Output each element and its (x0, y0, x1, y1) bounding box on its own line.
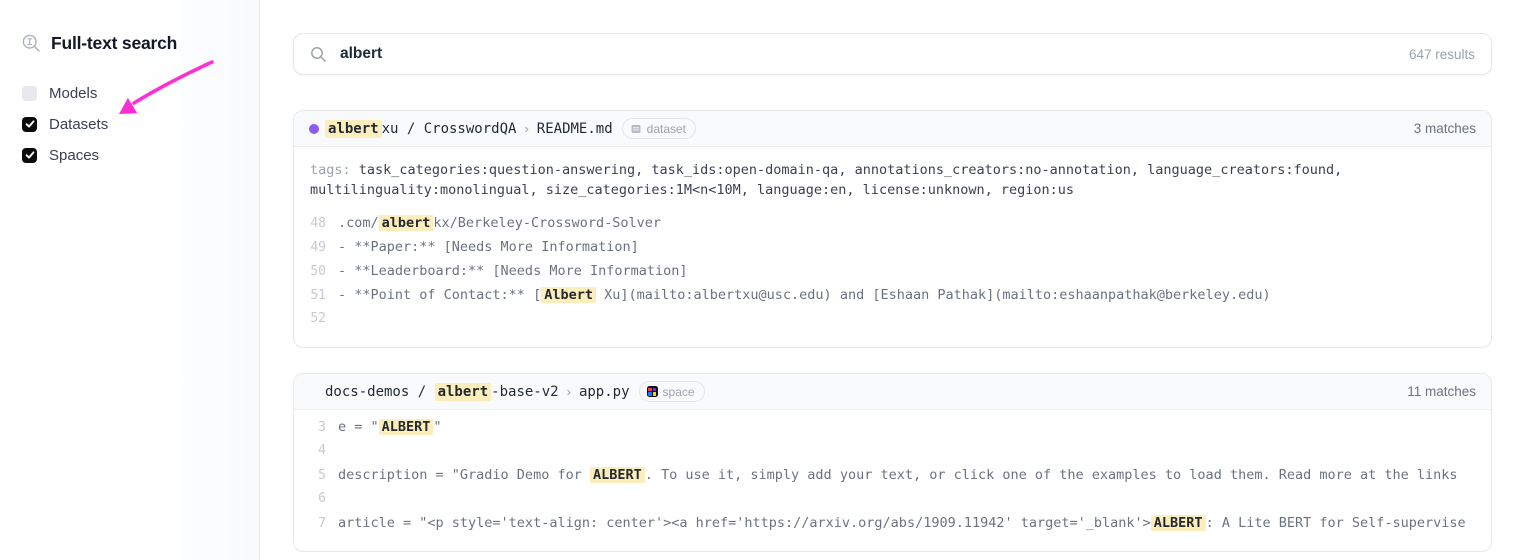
repo-name-pre: docs-demos / (325, 384, 435, 400)
result-card-crosswordqa[interactable]: albertxu / CrosswordQA › README.md datas… (293, 110, 1492, 348)
line-number: 52 (304, 311, 326, 326)
code-pre: - **Point of Contact:** [ (338, 287, 541, 303)
line-number: 48 (304, 216, 326, 231)
tags-row: tags: task_categories:question-answering… (294, 147, 1491, 206)
filter-list: Models Datasets Spaces (22, 83, 259, 165)
line-number: 50 (304, 264, 326, 279)
dataset-badge: dataset (622, 118, 696, 139)
result-header[interactable]: docs-demos / albert-base-v2 › app.py spa… (294, 374, 1491, 410)
code-line: 52 (304, 311, 1491, 335)
repo-name-highlight: albert (435, 383, 492, 401)
code-pre: - **Paper:** [Needs More Information] (338, 239, 639, 255)
code-post: . To use it, simply add your text, or cl… (645, 467, 1458, 483)
search-bar: 647 results (293, 33, 1492, 75)
sidebar: Full-text search Models Datasets Spaces (0, 0, 260, 560)
filter-label-models: Models (49, 85, 97, 102)
models-checkbox[interactable] (22, 86, 37, 101)
code-line: 51 - **Point of Contact:** [Albert Xu](m… (304, 287, 1491, 311)
code-pre: e = " (338, 419, 379, 435)
repo-name: docs-demos / albert-base-v2 (325, 384, 559, 400)
code-line: 49 - **Paper:** [Needs More Information] (304, 239, 1491, 263)
repo-name: albertxu / CrosswordQA (325, 121, 516, 137)
code-post: Xu](mailto:albertxu@usc.edu) and [Eshaan… (596, 287, 1271, 303)
code-highlight: ALBERT (379, 419, 434, 435)
code-highlight: albert (379, 215, 434, 231)
code-line: 5 description = "Gradio Demo for ALBERT.… (304, 467, 1491, 491)
code-pre: - **Leaderboard:** [Needs More Informati… (338, 263, 688, 279)
line-number: 49 (304, 240, 326, 255)
tags-value: task_categories:question-answering, task… (310, 162, 1342, 198)
code-line: 6 (304, 491, 1491, 515)
checkmark-icon (25, 119, 35, 129)
result-card-albert-base-v2[interactable]: docs-demos / albert-base-v2 › app.py spa… (293, 373, 1492, 552)
line-number: 7 (304, 516, 326, 531)
repo-name-post: -base-v2 (491, 384, 558, 400)
result-header[interactable]: albertxu / CrosswordQA › README.md datas… (294, 111, 1491, 147)
dataset-icon (630, 123, 642, 135)
code-post: " (433, 419, 441, 435)
code-post: kx/Berkeley-Crossword-Solver (433, 215, 661, 231)
space-badge: space (639, 381, 705, 402)
search-input[interactable] (338, 44, 1409, 64)
filter-datasets[interactable]: Datasets (22, 114, 259, 134)
filter-label-datasets: Datasets (49, 116, 108, 133)
datasets-checkbox[interactable] (22, 117, 37, 132)
code-line: 50 - **Leaderboard:** [Needs More Inform… (304, 263, 1491, 287)
filter-models[interactable]: Models (22, 83, 259, 103)
page-title: Full-text search (51, 33, 177, 54)
dataset-dot-icon (309, 124, 319, 134)
match-count: 3 matches (1414, 121, 1476, 136)
search-results-area: 647 results albertxu / CrosswordQA › REA… (293, 0, 1492, 552)
file-name: app.py (579, 384, 630, 400)
results-count: 647 results (1409, 47, 1475, 62)
code-highlight: ALBERT (590, 467, 645, 483)
line-number: 3 (304, 420, 326, 435)
match-count: 11 matches (1407, 384, 1476, 399)
search-icon (310, 46, 327, 63)
checkmark-icon (25, 150, 35, 160)
code-highlight: Albert (541, 287, 596, 303)
code-post: : A Lite BERT for Self-supervise (1206, 515, 1466, 531)
chevron-icon: › (567, 384, 571, 399)
line-number: 51 (304, 288, 326, 303)
chevron-icon: › (524, 121, 528, 136)
code-pre: .com/ (338, 215, 379, 231)
badge-label: dataset (647, 122, 686, 136)
code-line: 3 e = "ALBERT" (304, 419, 1491, 443)
code-highlight: ALBERT (1151, 515, 1206, 531)
filter-spaces[interactable]: Spaces (22, 145, 259, 165)
repo-name-highlight: albert (325, 120, 382, 138)
line-number: 4 (304, 443, 326, 458)
code-line: 48 .com/albertkx/Berkeley-Crossword-Solv… (304, 215, 1491, 239)
repo-name-post: xu / CrosswordQA (382, 121, 517, 137)
file-name: README.md (537, 121, 613, 137)
fulltext-search-icon (21, 33, 42, 54)
spaces-checkbox[interactable] (22, 148, 37, 163)
code-pre: description = "Gradio Demo for (338, 467, 590, 483)
sidebar-header: Full-text search (0, 0, 259, 54)
line-number: 5 (304, 468, 326, 483)
badge-label: space (663, 385, 695, 399)
filter-label-spaces: Spaces (49, 147, 99, 164)
code-snippet: 48 .com/albertkx/Berkeley-Crossword-Solv… (294, 206, 1491, 347)
line-number: 6 (304, 491, 326, 506)
code-snippet: 3 e = "ALBERT" 4 5 description = "Gradio… (294, 410, 1491, 551)
tags-label: tags: (310, 162, 359, 178)
code-line: 4 (304, 443, 1491, 467)
space-grid-icon (647, 386, 658, 397)
code-line: 7 article = "<p style='text-align: cente… (304, 515, 1491, 539)
code-pre: article = "<p style='text-align: center'… (338, 515, 1151, 531)
